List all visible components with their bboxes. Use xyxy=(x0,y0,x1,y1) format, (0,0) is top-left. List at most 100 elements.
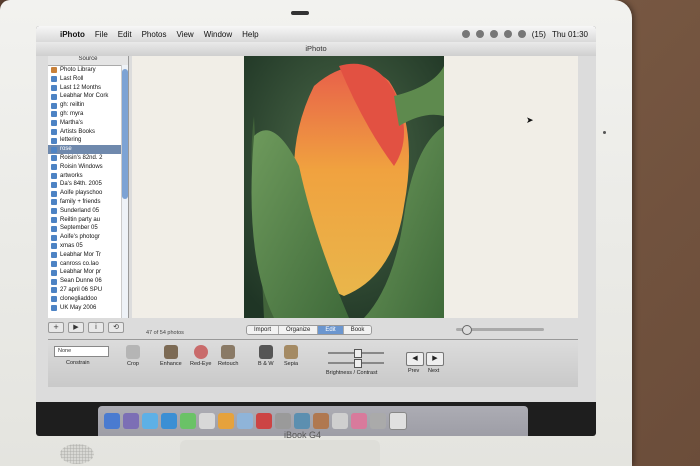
contrast-slider[interactable] xyxy=(328,359,384,368)
album-item[interactable]: Leabhar Mor pr xyxy=(48,268,128,277)
safari-icon[interactable] xyxy=(161,413,177,429)
prev-button[interactable]: ◀ xyxy=(406,352,424,366)
camera-slot xyxy=(291,11,309,15)
volume-icon[interactable] xyxy=(517,30,526,38)
retouch-label: Retouch xyxy=(218,361,239,367)
menu-file[interactable]: File xyxy=(95,30,108,39)
album-item[interactable]: Leabhar Mor Cork xyxy=(48,92,128,101)
album-item[interactable]: gh: reiltin xyxy=(48,101,128,110)
tab-organize[interactable]: Organize xyxy=(279,326,319,334)
album-item[interactable]: UK May 2006 xyxy=(48,304,128,313)
edit-toolbar: None Constrain Crop Enhance Red-Eye Reto… xyxy=(48,339,578,387)
album-item[interactable]: Roisin's 82nd. 2 xyxy=(48,154,128,163)
album-item[interactable]: Roisin Windows xyxy=(48,163,128,172)
add-album-button[interactable]: + xyxy=(48,322,64,333)
album-item[interactable]: Sean Dunne 06 xyxy=(48,277,128,286)
sync-icon[interactable] xyxy=(461,30,470,38)
apple-menu-icon[interactable] xyxy=(42,28,54,40)
scroll-thumb[interactable] xyxy=(122,69,128,199)
album-label: Roisin's 82nd. 2 xyxy=(60,154,103,161)
itunes-icon[interactable] xyxy=(218,413,234,429)
info-button[interactable]: i xyxy=(88,322,104,333)
album-item[interactable]: Da's 84th. 2005 xyxy=(48,180,128,189)
next-button[interactable]: ▶ xyxy=(426,352,444,366)
constrain-label: Constrain xyxy=(66,360,90,366)
menu-clock[interactable]: Thu 01:30 xyxy=(552,30,588,39)
menu-photos[interactable]: Photos xyxy=(142,30,167,39)
album-item[interactable]: Martha's xyxy=(48,119,128,128)
album-label: Leabhar Mor Cork xyxy=(60,93,109,100)
dashboard-icon[interactable] xyxy=(123,413,139,429)
crop-tool[interactable]: Crop xyxy=(126,345,140,367)
album-label: clonegliaddoo xyxy=(60,295,98,302)
album-item[interactable]: clonegliaddoo xyxy=(48,295,128,304)
album-item[interactable]: gh: myra xyxy=(48,110,128,119)
album-item[interactable]: Last Roll xyxy=(48,75,128,84)
zoom-slider[interactable] xyxy=(456,325,544,335)
menu-app-name[interactable]: iPhoto xyxy=(60,30,85,39)
rotate-button[interactable]: ⟲ xyxy=(108,322,124,333)
album-label: Leabhar Mor Tr xyxy=(60,251,102,258)
flower-icon[interactable] xyxy=(351,413,367,429)
brightness-slider[interactable] xyxy=(328,349,384,358)
airport-icon[interactable] xyxy=(489,30,498,38)
iphoto-icon[interactable] xyxy=(237,413,253,429)
album-item[interactable]: Reiltin party au xyxy=(48,216,128,225)
black-white-tool[interactable]: B & W xyxy=(258,345,274,367)
device-brand: iBook G4 xyxy=(284,430,322,440)
album-item[interactable]: artworks xyxy=(48,172,128,181)
battery-status[interactable]: (15) xyxy=(532,30,546,39)
application-icon[interactable] xyxy=(313,413,329,429)
album-item[interactable]: Photo Library xyxy=(48,66,128,75)
album-item[interactable]: Artists Books xyxy=(48,128,128,137)
contrast-knob[interactable] xyxy=(354,359,362,368)
menu-edit[interactable]: Edit xyxy=(118,30,132,39)
tab-book[interactable]: Book xyxy=(343,326,372,334)
enhance-tool[interactable]: Enhance xyxy=(160,345,182,367)
menu-view[interactable]: View xyxy=(176,30,193,39)
menu-window[interactable]: Window xyxy=(204,30,232,39)
tab-edit[interactable]: Edit xyxy=(318,326,344,334)
album-label: artworks xyxy=(60,172,83,179)
edited-photo[interactable] xyxy=(244,56,444,318)
mail-icon[interactable] xyxy=(142,413,158,429)
album-icon xyxy=(51,287,57,294)
album-item[interactable]: xmas 05 xyxy=(48,242,128,251)
bluetooth-icon[interactable] xyxy=(503,30,512,38)
album-item[interactable]: 27 april 06 SPU xyxy=(48,286,128,295)
album-item[interactable]: canross co.lao xyxy=(48,260,128,269)
calendar-icon[interactable] xyxy=(256,413,272,429)
red-eye-tool[interactable]: Red-Eye xyxy=(190,345,211,367)
album-item[interactable]: rose xyxy=(48,145,128,154)
album-label: UK May 2006 xyxy=(60,304,97,311)
trash-icon[interactable] xyxy=(389,412,407,430)
finder-icon[interactable] xyxy=(104,413,120,429)
tab-import[interactable]: Import xyxy=(247,326,280,334)
album-item[interactable]: Aoife playschoo xyxy=(48,189,128,198)
retouch-tool[interactable]: Retouch xyxy=(218,345,239,367)
phone-icon[interactable] xyxy=(475,30,484,38)
quicktime-icon[interactable] xyxy=(294,413,310,429)
preferences-icon[interactable] xyxy=(275,413,291,429)
constrain-select[interactable]: None xyxy=(54,346,109,357)
album-item[interactable]: Sunderland 05 xyxy=(48,207,128,216)
sleep-indicator-light xyxy=(603,131,606,134)
ichat-icon[interactable] xyxy=(180,413,196,429)
stack-icon[interactable] xyxy=(370,413,386,429)
album-list: Photo Library Last Roll Last 12 Months Leab… xyxy=(48,66,128,312)
album-label: Leabhar Mor pr xyxy=(60,269,102,276)
sepia-tool[interactable]: Sepia xyxy=(284,345,298,367)
slideshow-button[interactable]: ▶ xyxy=(68,322,84,333)
zoom-slider-knob[interactable] xyxy=(462,325,472,335)
album-item[interactable]: family + friends xyxy=(48,198,128,207)
album-item[interactable]: Leabhar Mor Tr xyxy=(48,251,128,260)
album-item[interactable]: Last 12 Months xyxy=(48,84,128,93)
album-item[interactable]: September 05 xyxy=(48,224,128,233)
menu-help[interactable]: Help xyxy=(242,30,258,39)
address-book-icon[interactable] xyxy=(199,413,215,429)
album-item[interactable]: lettering xyxy=(48,136,128,145)
brightness-knob[interactable] xyxy=(354,349,362,358)
album-item[interactable]: Aoife's photogr xyxy=(48,233,128,242)
document-icon[interactable] xyxy=(332,413,348,429)
source-list-scrollbar[interactable] xyxy=(121,65,128,318)
